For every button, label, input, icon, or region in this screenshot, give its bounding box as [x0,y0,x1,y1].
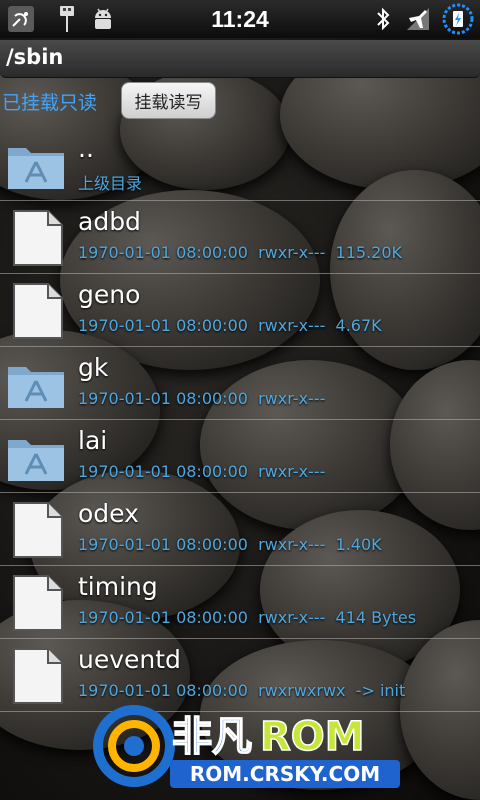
crsky-rom-logo: 非凡 ROM ROM.CRSKY.COM [93,705,400,788]
file-meta: 1970-01-01 08:00:00 rwxr-x--- 4.67K [78,316,382,335]
file-name: gk [78,353,109,382]
list-item-lai[interactable]: lai 1970-01-01 08:00:00 rwxr-x--- [0,420,480,493]
path-bar: /sbin [0,40,480,78]
folder-icon [8,148,64,189]
file-meta: 1970-01-01 08:00:00 rwxr-x--- 1.40K [78,535,382,554]
list-item-geno[interactable]: geno 1970-01-01 08:00:00 rwxr-x--- 4.67K [0,274,480,347]
file-icon [13,210,63,266]
file-name: ueventd [78,645,181,674]
bluetooth-icon [377,7,390,31]
file-name: lai [78,426,108,455]
mount-status-label: 已挂载只读 [2,92,98,114]
logo-brand-cn: 非凡 [172,714,252,760]
file-meta: 1970-01-01 08:00:00 rwxr-x--- [78,389,326,408]
file-name: timing [78,572,158,601]
list-item-odex[interactable]: odex 1970-01-01 08:00:00 rwxr-x--- 1.40K [0,493,480,566]
file-name: odex [78,499,139,528]
file-icon [13,502,63,558]
file-meta: 1970-01-01 08:00:00 rwxr-x--- 115.20K [78,243,402,262]
file-meta: 上级目录 [78,174,143,193]
current-path: /sbin [6,45,64,69]
list-item-adbd[interactable]: adbd 1970-01-01 08:00:00 rwxr-x--- 115.2… [0,201,480,274]
logo-url: ROM.CRSKY.COM [190,762,380,786]
file-icon [13,283,63,339]
mount-row: 已挂载只读 挂载读写 [0,82,480,120]
status-bar: 11:24 [0,0,480,38]
list-item-gk[interactable]: gk 1970-01-01 08:00:00 rwxr-x--- [0,347,480,420]
file-meta: 1970-01-01 08:00:00 rwxr-x--- 414 Bytes [78,608,417,627]
file-name: adbd [78,207,141,236]
file-icon [13,575,63,631]
folder-icon [8,367,64,408]
file-meta: 1970-01-01 08:00:00 rwxr-x--- [78,462,326,481]
folder-icon [8,440,64,481]
file-name: geno [78,280,141,309]
file-icon [13,648,63,704]
file-name: .. [78,134,94,163]
mount-read-write-button[interactable]: 挂载读写 [121,82,216,119]
airplane-signal-icon [407,8,429,30]
logo-brand-en: ROM [260,714,365,760]
list-item-parent[interactable]: .. 上级目录 [0,128,480,201]
battery-charging-icon [442,3,474,35]
list-item-timing[interactable]: timing 1970-01-01 08:00:00 rwxr-x--- 414… [0,566,480,639]
